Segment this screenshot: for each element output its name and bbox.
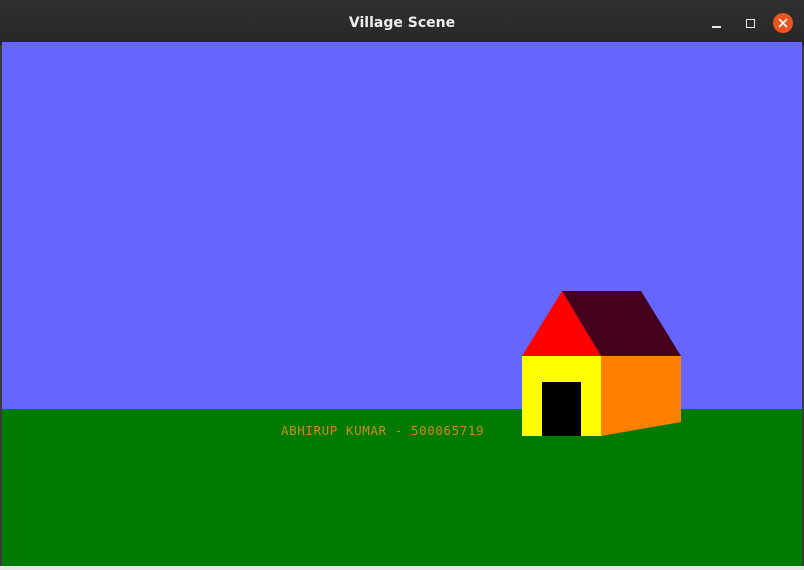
- maximize-button[interactable]: [739, 12, 761, 34]
- sky: [2, 42, 802, 409]
- close-icon: [773, 13, 793, 33]
- window-title: Village Scene: [348, 15, 456, 31]
- wall-side: [601, 356, 681, 436]
- minimize-icon: [711, 26, 721, 28]
- maximize-icon: [745, 18, 755, 28]
- app-window: Village Scene ABHIRUP KUMAR - 500065719: [0, 0, 804, 570]
- credit-text: ABHIRUP KUMAR - 500065719: [281, 423, 485, 438]
- title-bar[interactable]: Village Scene: [0, 0, 804, 45]
- scene-canvas: [2, 42, 802, 566]
- close-button[interactable]: [772, 12, 794, 34]
- minimize-button[interactable]: [705, 12, 727, 34]
- door: [542, 382, 581, 436]
- window-bottom-edge: [0, 566, 804, 570]
